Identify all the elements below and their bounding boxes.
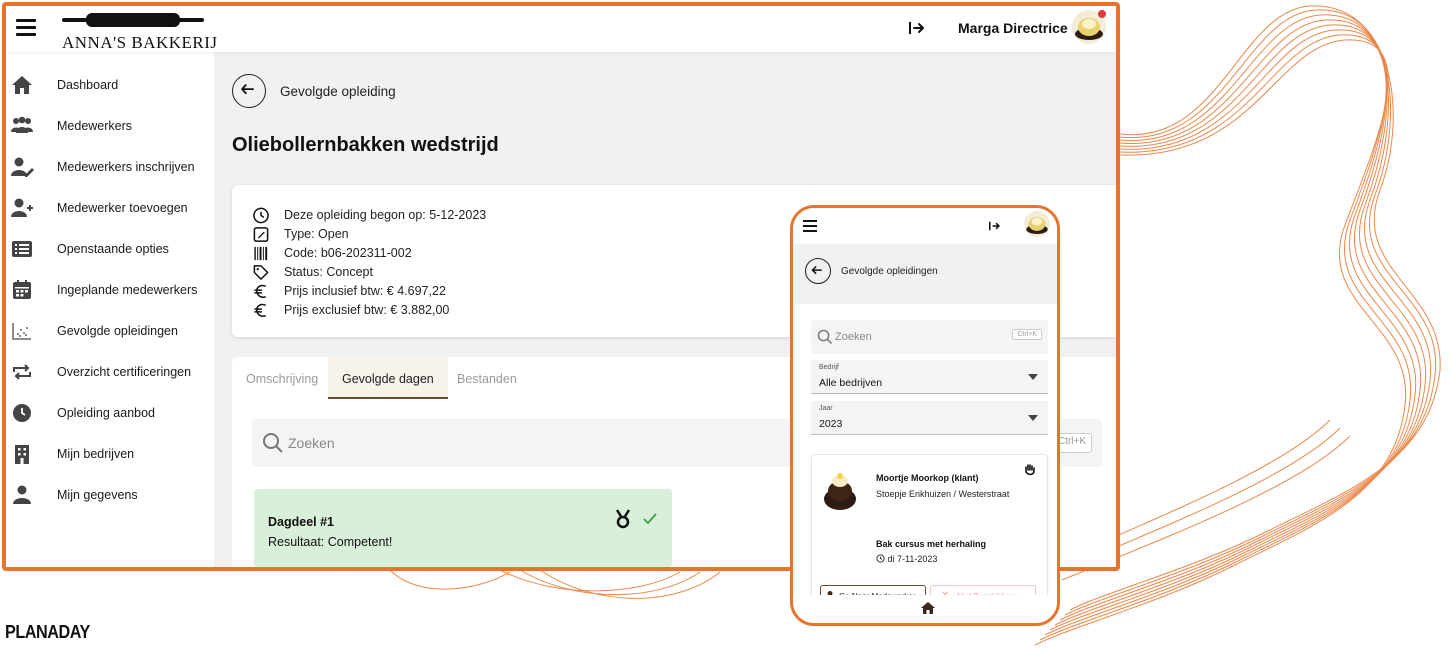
day-part-card[interactable]: Dagdeel #1 Resultaat: Competent! [254,489,672,567]
sidebar-item-dashboard[interactable]: Dashboard [6,66,214,104]
user-name[interactable]: Marga Directrice [958,20,1068,36]
notification-dot [1098,10,1106,18]
sidebar-item-label: Openstaande opties [57,242,169,256]
sidebar-item-medewerkers-inschrijven[interactable]: Medewerkers inschrijven [6,148,214,186]
user-plus-icon [11,198,33,217]
check-icon [643,513,657,525]
sidebar-item-label: Medewerker toevoegen [57,201,188,215]
back-button[interactable] [805,258,831,284]
user-edit-icon [11,157,34,177]
rolling-pin-icon [62,13,204,27]
sidebar-item-mijn-bedrijven[interactable]: Mijn bedrijven [6,435,214,473]
sidebar-item-label: Mijn gegevens [57,488,138,502]
sidebar-item-overzicht-certificeringen[interactable]: Overzicht certificeringen [6,353,214,391]
arrow-left-icon [241,84,254,95]
mobile-app-window: Gevolgde opleidingen Zoeken Ctrl+K Bedri… [790,205,1060,626]
page-title: Oliebollernbakken wedstrijd [232,134,499,156]
search-icon [263,433,283,453]
search-icon [817,329,833,345]
search-shortcut: Ctrl+K [1012,329,1042,340]
sidebar-item-openstaande-opties[interactable]: Openstaande opties [6,230,214,268]
list-icon [12,241,32,257]
year-filter-select[interactable]: Jaar 2023 [811,401,1048,435]
logout-icon[interactable] [987,219,1001,233]
avatar[interactable] [1024,211,1050,237]
clock-icon [13,404,31,422]
edit-box-icon [253,227,269,242]
sidebar-item-gevolgde-opleidingen[interactable]: Gevolgde opleidingen [6,312,214,350]
pastry-avatar-icon [1026,217,1048,234]
menu-icon[interactable] [803,220,817,232]
brand-name: ANNA'S BAKKERIJ [62,33,218,52]
hand-icon[interactable] [1023,463,1037,477]
employee-location: Stoepje Enkhuizen / Westerstraat [876,489,1010,499]
sidebar-item-label: Opleiding aanbod [57,406,155,420]
scatter-chart-icon [12,323,31,340]
person-icon [13,485,31,504]
day-part-title: Dagdeel #1 [268,515,335,529]
arrow-left-icon [811,265,822,275]
search-input[interactable]: Zoeken Ctrl+K [811,320,1048,354]
sidebar-item-medewerkers[interactable]: Medewerkers [6,107,214,145]
tab-omschrijving[interactable]: Omschrijving [246,357,318,399]
top-bar: ANNA'S BAKKERIJ Marga Directrice [6,6,1116,52]
day-part-result: Resultaat: Competent! [268,535,393,549]
euro-icon [254,284,267,298]
sidebar-item-label: Medewerkers inschrijven [57,160,195,174]
logout-icon[interactable] [906,18,926,38]
clock-icon [253,207,269,224]
sidebar: Dashboard Medewerkers Medewerkers inschr… [6,52,214,567]
sidebar-item-label: Gevolgde opleidingen [57,324,178,338]
course-name: Bak cursus met herhaling [876,539,987,549]
sidebar-item-mijn-gegevens[interactable]: Mijn gegevens [6,476,214,514]
company-filter-select[interactable]: Bedrijf Alle bedrijven [811,360,1048,394]
brand-logo[interactable]: ANNA'S BAKKERIJ [62,12,217,52]
screenshot-stage: ANNA'S BAKKERIJ Marga Directrice Dashboa… [0,0,1450,650]
calendar-icon [13,280,31,299]
mobile-top-bar [793,208,1057,244]
employee-course-card[interactable]: Moortje Moorkop (klant) Stoepje Enkhuize… [811,454,1048,601]
footer-logo: PLANADAY [5,622,90,642]
sidebar-item-label: Ingeplande medewerkers [57,283,198,297]
users-icon [11,116,33,133]
menu-icon[interactable] [16,19,36,36]
pastry-image-icon [824,473,856,510]
repeat-icon [13,364,31,380]
employee-name: Moortje Moorkop (klant) [876,473,979,483]
back-button[interactable] [232,74,266,108]
sidebar-item-label: Medewerkers [57,119,133,133]
search-placeholder: Zoeken [835,331,872,343]
sidebar-item-label: Dashboard [57,78,119,92]
medal-icon [615,509,631,529]
home-icon[interactable] [920,601,936,615]
building-icon [15,445,29,464]
sidebar-item-label: Mijn bedrijven [57,447,135,461]
chevron-down-icon [1028,374,1038,380]
mobile-main-content: Gevolgde opleidingen Zoeken Ctrl+K Bedri… [793,244,1057,601]
sidebar-item-medewerker-toevoegen[interactable]: Medewerker toevoegen [6,189,214,227]
sidebar-item-ingeplande-medewerkers[interactable]: Ingeplande medewerkers [6,271,214,309]
sidebar-item-label: Overzicht certificeringen [57,365,192,379]
euro-icon [254,303,267,317]
search-placeholder: Zoeken [288,435,335,451]
clock-icon [876,554,885,563]
home-icon [12,76,32,94]
course-date: di 7-11-2023 [876,554,937,564]
breadcrumb: Gevolgde opleidingen [841,266,938,277]
chevron-down-icon [1028,415,1038,421]
tab-gevolgde-dagen[interactable]: Gevolgde dagen [328,357,448,399]
avatar[interactable] [1072,10,1106,44]
sidebar-item-opleiding-aanbod[interactable]: Opleiding aanbod [6,394,214,432]
tab-bestanden[interactable]: Bestanden [457,357,517,399]
mobile-list-panel: Zoeken Ctrl+K Bedrijf Alle bedrijven Jaa… [795,304,1057,601]
barcode-icon [254,246,268,261]
breadcrumb: Gevolgde opleiding [280,84,396,99]
tag-icon [253,265,269,280]
mobile-bottom-bar [793,595,1057,623]
